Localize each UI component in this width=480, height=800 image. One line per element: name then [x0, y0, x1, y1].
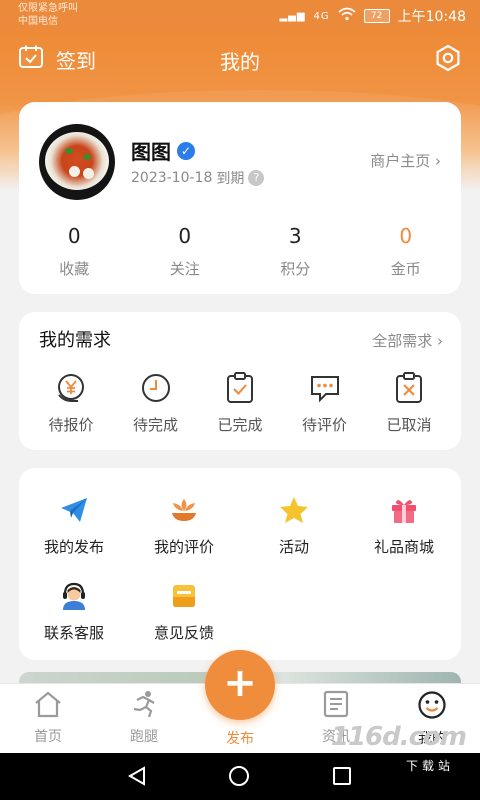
tab-label: 首页: [34, 729, 62, 745]
stats-row: 0 收藏 0 关注 3 积分 0 金币: [19, 224, 461, 279]
network-type: 4G: [313, 10, 330, 22]
avatar-garnish: [83, 154, 91, 160]
status-bar: 仅限紧急呼叫 中国电信 ▂▄▆ 4G 72 上午10:48: [0, 0, 480, 30]
news-icon: [322, 690, 350, 722]
star-icon: [239, 494, 349, 526]
service-label: 我的评价: [153, 538, 214, 556]
emergency-only-text: 仅限紧急呼叫: [18, 3, 78, 14]
stat-following[interactable]: 0 关注: [130, 224, 241, 279]
service-feedback[interactable]: 意见反馈: [129, 580, 239, 643]
recent-apps-icon[interactable]: [331, 765, 353, 791]
service-label: 活动: [278, 538, 309, 556]
clipboard-check-icon: [198, 370, 282, 406]
page-title: 我的: [220, 50, 260, 74]
tab-publish[interactable]: 发布: [200, 724, 280, 748]
user-name-row: 图图 ✓: [131, 136, 195, 165]
expire-row: 2023-10-18 到期 ?: [131, 168, 265, 188]
back-icon[interactable]: [126, 765, 148, 791]
clipboard-cancel-icon: [367, 370, 451, 406]
need-item-completed[interactable]: 已完成: [198, 370, 282, 435]
profile-card: 图图 ✓ 2023-10-18 到期 ? 商户主页 › 0 收藏 0 关注 3 …: [19, 102, 461, 294]
tab-label: 发布: [226, 731, 254, 747]
avatar[interactable]: [39, 124, 115, 200]
service-label: 意见反馈: [153, 624, 214, 642]
need-item-cancelled[interactable]: 已取消: [367, 370, 451, 435]
clock-time: 上午10:48: [397, 9, 466, 25]
avatar-garnish: [65, 148, 73, 154]
all-needs-link[interactable]: 全部需求 ›: [372, 330, 443, 351]
service-customer-support[interactable]: 联系客服: [19, 580, 129, 643]
stat-value: 0: [399, 224, 413, 248]
paper-plane-icon: [19, 494, 129, 526]
need-item-pending-quote[interactable]: 待报价: [29, 370, 113, 435]
flower-icon: [129, 494, 239, 526]
expire-suffix: 到期: [216, 171, 245, 187]
status-indicators: ▂▄▆ 4G 72 上午10:48: [279, 6, 466, 26]
needs-card: 我的需求 全部需求 › 待报价 待完成 已完成 待评价 已取消: [19, 312, 461, 450]
service-label: 礼品商城: [373, 538, 434, 556]
settings-hexagon-icon: [434, 44, 462, 76]
need-label: 待报价: [48, 416, 94, 434]
stat-label: 金币: [390, 260, 421, 278]
settings-button[interactable]: [434, 44, 462, 76]
app-bar: 签到 我的: [0, 30, 480, 90]
help-question-icon[interactable]: ?: [248, 170, 265, 186]
service-label: 联系客服: [43, 624, 104, 642]
services-card: 我的发布 我的评价 活动 礼品商城 联系客服 意见反馈: [19, 468, 461, 660]
carrier-name: 中国电信: [18, 16, 58, 27]
gift-icon: [349, 494, 459, 526]
stat-points[interactable]: 3 积分: [240, 224, 351, 279]
site-watermark: 116d.com: [330, 722, 467, 752]
home-circle-icon[interactable]: [228, 765, 250, 791]
avatar-food-image: [45, 132, 109, 190]
signal-icon: ▂▄▆: [279, 10, 306, 22]
expire-date: 2023-10-18: [131, 170, 213, 186]
clock-icon: [114, 370, 198, 406]
verified-badge-icon: ✓: [177, 141, 195, 160]
avatar-garnish: [69, 166, 80, 177]
stat-label: 收藏: [59, 260, 90, 278]
service-gift-mall[interactable]: 礼品商城: [349, 494, 459, 557]
needs-row: 待报价 待完成 已完成 待评价 已取消: [19, 370, 461, 435]
stat-label: 积分: [280, 260, 311, 278]
need-item-pending-complete[interactable]: 待完成: [114, 370, 198, 435]
tab-errand[interactable]: 跑腿: [104, 690, 184, 746]
stat-value: 3: [288, 224, 302, 248]
publish-plus-button[interactable]: +: [205, 650, 275, 720]
runner-icon: [129, 691, 159, 722]
stat-value: 0: [67, 224, 81, 248]
quote-pending-icon: [29, 370, 113, 406]
service-my-reviews[interactable]: 我的评价: [129, 494, 239, 557]
support-agent-icon: [19, 580, 129, 612]
stat-value: 0: [178, 224, 192, 248]
battery-icon: 72: [363, 9, 390, 23]
tab-label: 跑腿: [130, 729, 158, 745]
needs-title: 我的需求: [39, 330, 111, 351]
wifi-icon: [338, 7, 356, 25]
avatar-garnish: [83, 168, 94, 179]
need-label: 待完成: [132, 416, 178, 434]
need-label: 待评价: [301, 416, 347, 434]
home-icon: [33, 691, 63, 722]
stat-label: 关注: [169, 260, 200, 278]
comment-icon: [283, 370, 367, 406]
need-label: 已取消: [386, 416, 432, 434]
stat-coins[interactable]: 0 金币: [351, 224, 462, 279]
merchant-home-link[interactable]: 商户主页 ›: [370, 150, 441, 171]
site-watermark-sub: 下载站: [405, 759, 454, 773]
tab-home[interactable]: 首页: [8, 690, 88, 746]
user-name: 图图: [131, 140, 171, 164]
feedback-envelope-icon: [129, 580, 239, 612]
service-label: 我的发布: [43, 538, 104, 556]
service-my-posts[interactable]: 我的发布: [19, 494, 129, 557]
stat-favorites[interactable]: 0 收藏: [19, 224, 130, 279]
service-activities[interactable]: 活动: [239, 494, 349, 557]
need-item-pending-review[interactable]: 待评价: [283, 370, 367, 435]
carrier-info: 仅限紧急呼叫 中国电信: [18, 2, 78, 28]
need-label: 已完成: [217, 416, 263, 434]
